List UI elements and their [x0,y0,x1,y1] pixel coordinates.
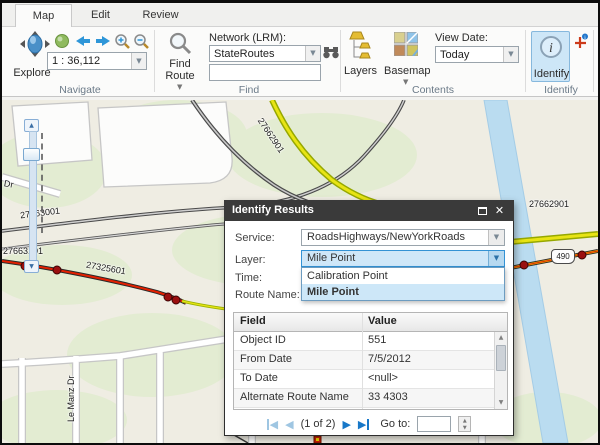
app-background: Map Edit Review Explore 1 : 36,112 [2,3,598,443]
pagination-bar: ◀ ◀ (1 of 2) ▶ ▶ Go to: ▲▼ [225,414,513,434]
previous-extent-arrow-icon [76,36,90,46]
page-indicator: (1 of 2) [301,418,336,430]
identify-results-dialog: Identify Results ✕ Service: RoadsHighway… [224,200,514,436]
identify-route-tool-icon[interactable]: i [573,33,589,49]
dropdown-option-calibration-point[interactable]: Calibration Point [302,268,504,284]
street-label: Dr [3,178,14,189]
network-lrm-combobox[interactable]: StateRoutes ▼ [209,45,321,62]
chevron-down-icon[interactable]: ▼ [488,251,504,266]
next-page-button[interactable]: ▶ [342,419,350,430]
close-icon: ✕ [495,205,504,217]
attribute-table: Field Value Object ID 551 From Date 7/5/… [233,312,508,410]
layer-dropdown-list: Calibration Point Mile Point [301,267,505,301]
binoculars-icon[interactable] [323,45,339,60]
spinner-down-icon[interactable]: ▼ [459,424,470,431]
layers-icon [347,31,373,61]
identify-group-label: Identify [529,84,593,96]
goto-label: Go to: [380,418,410,430]
route-name-label: Route Name: [235,289,300,301]
identify-circle-i-icon: i [539,35,563,59]
route-label: 27662901 [529,199,569,209]
highway-shield-490: 490 [551,249,575,264]
maximize-button[interactable] [476,205,489,218]
calibration-marker [314,436,321,443]
zoom-slider-handle[interactable] [23,148,40,161]
goto-spinner[interactable]: ▲▼ [458,416,471,432]
network-lrm-label: Network (LRM): [209,32,286,44]
view-date-label: View Date: [435,32,488,44]
tab-edit[interactable]: Edit [72,4,129,27]
route-input-field[interactable] [209,64,321,81]
group-separator [340,30,341,92]
value-column-header: Value [368,315,397,327]
next-extent-arrow-icon [96,36,110,46]
maximize-icon [478,207,487,215]
dropdown-option-mile-point[interactable]: Mile Point [302,284,504,300]
find-route-magnifier-icon [168,31,192,55]
chevron-down-icon[interactable]: ▼ [503,47,518,62]
minor-road-stub [234,435,248,443]
group-separator [154,30,155,92]
time-label: Time: [235,272,262,284]
view-date-combobox[interactable]: Today ▼ [435,46,519,63]
contents-group-label: Contents [344,84,522,96]
dialog-title: Identify Results [232,204,314,216]
spinner-up-icon[interactable]: ▲ [459,417,470,424]
ribbon: Explore 1 : 36,112 ▼ Navigate Find Route… [2,26,598,97]
application-window: Map Edit Review Explore 1 : 36,112 [0,0,600,445]
group-separator [525,30,526,92]
first-page-button[interactable]: ◀ [267,419,278,430]
tab-review[interactable]: Review [129,4,192,27]
last-page-button[interactable]: ▶ [358,419,369,430]
nav-extent-icons [54,33,150,49]
tab-map[interactable]: Map [15,4,72,27]
chevron-down-icon[interactable]: ▼ [305,46,320,61]
svg-text:i: i [549,41,553,56]
chevron-down-icon[interactable]: ▼ [131,53,146,69]
table-row: From Date 7/5/2012 [234,351,494,370]
previous-page-button[interactable]: ◀ [285,419,293,430]
service-combobox[interactable]: RoadsHighways/NewYorkRoads ▼ [301,229,505,246]
scroll-down-icon[interactable]: ▼ [495,397,507,409]
group-separator [593,30,594,92]
zoom-slider-ticks [41,133,43,233]
goto-page-input[interactable] [417,416,451,432]
basemap-icon [394,32,418,56]
explore-pan-icon [20,31,50,59]
scroll-up-icon[interactable]: ▲ [495,332,507,344]
table-row: Object ID 551 [234,332,494,351]
ribbon-tab-bar: Map Edit Review [2,4,598,27]
close-button[interactable]: ✕ [493,205,506,218]
layers-button[interactable]: Layers [344,31,376,83]
table-row: Alternate Route Name 33 4303 [234,389,494,408]
identify-button[interactable]: i Identify [531,31,570,82]
column-divider [362,313,363,409]
route-label: 27663101 [3,246,43,256]
globe-icon [56,35,69,48]
find-group-label: Find [160,84,338,96]
chevron-down-icon[interactable]: ▼ [488,230,504,245]
layer-label: Layer: [235,254,266,266]
street-label: Le Manz Dr [66,364,76,422]
zoom-out-icon [135,35,148,48]
scrollbar-thumb[interactable] [496,345,506,371]
service-label: Service: [235,232,275,244]
scale-combobox[interactable]: 1 : 36,112 ▼ [47,52,147,70]
table-row: To Date <null> [234,370,494,389]
zoom-slider-down-button[interactable]: ▼ [24,260,39,273]
navigate-group-label: Navigate [10,84,150,96]
field-column-header: Field [240,315,266,327]
dialog-title-bar[interactable]: Identify Results [224,200,514,221]
table-scrollbar[interactable]: ▲ ▼ [494,332,507,409]
layer-combobox[interactable]: Mile Point ▼ [301,250,505,267]
table-header: Field Value [234,313,507,332]
zoom-in-icon [116,35,129,48]
